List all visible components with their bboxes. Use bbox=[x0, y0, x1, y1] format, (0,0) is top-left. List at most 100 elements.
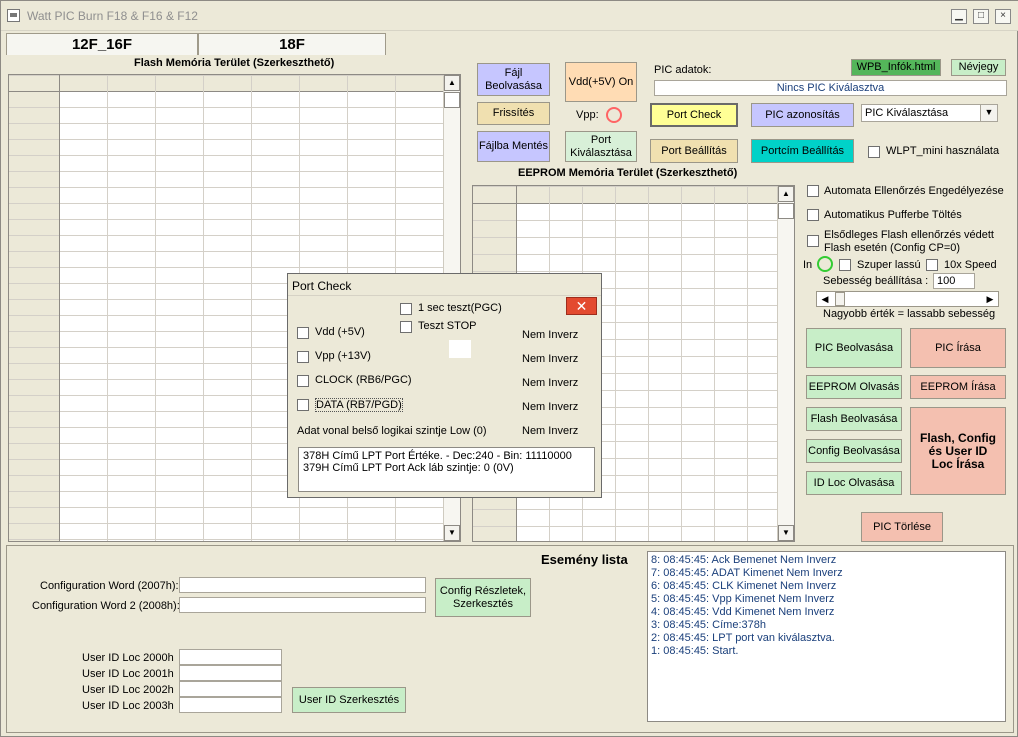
speed-note: Nagyobb érték = lassabb sebesség bbox=[823, 308, 996, 320]
eeprom-scroll-down-icon[interactable]: ▼ bbox=[778, 525, 794, 541]
config-word-input[interactable] bbox=[179, 577, 426, 593]
eeprom-scroll-up-icon[interactable]: ▲ bbox=[778, 186, 794, 202]
speed-thumb[interactable] bbox=[835, 292, 845, 306]
pic-write-button[interactable]: PIC Írása bbox=[910, 328, 1006, 368]
grid-row-line bbox=[9, 91, 443, 92]
vpp-checkbox[interactable] bbox=[297, 351, 309, 363]
userid-input[interactable] bbox=[179, 697, 282, 713]
grid-col-line bbox=[203, 75, 204, 541]
grid-row-line bbox=[473, 526, 777, 527]
test-1sec-label: 1 sec teszt(PGC) bbox=[418, 302, 502, 314]
output-line: 379H Című LPT Port Ack láb szintje: 0 (0… bbox=[303, 462, 514, 474]
grid-row-line bbox=[9, 539, 443, 540]
grid-row-line bbox=[9, 523, 443, 524]
auto-buffer-checkbox[interactable] bbox=[807, 209, 819, 221]
super-slow-checkbox[interactable] bbox=[839, 259, 851, 271]
event-item: 3: 08:45:45: Címe:378h bbox=[651, 619, 766, 631]
data-line-label: Adat vonal belső logikai szintje Low (0) bbox=[297, 425, 487, 437]
userid-input[interactable] bbox=[179, 649, 282, 665]
clock-checkbox[interactable] bbox=[297, 375, 309, 387]
grid-row-line bbox=[9, 123, 443, 124]
eeprom-read-button[interactable]: EEPROM Olvasás bbox=[806, 375, 902, 399]
scroll-right-icon[interactable]: ▶ bbox=[982, 292, 998, 306]
grid-row-line bbox=[9, 203, 443, 204]
priority-flash-label-1: Elsődleges Flash ellenőrzés védett bbox=[824, 229, 994, 241]
flash-title: Flash Memória Terület (Szerkeszthető) bbox=[134, 57, 335, 69]
config-read-button[interactable]: Config Beolvasása bbox=[806, 439, 902, 463]
userid-input[interactable] bbox=[179, 665, 282, 681]
minimize-button[interactable]: ▁ bbox=[951, 9, 967, 24]
business-card-button[interactable]: Névjegy bbox=[951, 59, 1006, 76]
pic-data-value: Nincs PIC Kiválasztva bbox=[654, 80, 1007, 96]
wlpt-checkbox[interactable] bbox=[868, 146, 880, 158]
priority-flash-checkbox[interactable] bbox=[807, 235, 819, 247]
close-button[interactable]: × bbox=[995, 9, 1011, 24]
scroll-left-icon[interactable]: ◀ bbox=[817, 292, 833, 306]
userid-label: User ID Loc 2001h bbox=[82, 668, 174, 680]
chevron-down-icon[interactable]: ▼ bbox=[980, 105, 997, 121]
pic-identify-button[interactable]: PIC azonosítás bbox=[751, 103, 854, 127]
file-read-button[interactable]: Fájl Beolvasása bbox=[477, 63, 550, 96]
grid-col-line bbox=[107, 75, 108, 541]
userid-edit-button[interactable]: User ID Szerkesztés bbox=[292, 687, 406, 713]
data-status: Nem Inverz bbox=[522, 401, 579, 413]
in-indicator-icon bbox=[817, 256, 833, 272]
grid-row-line bbox=[9, 267, 443, 268]
event-item: 1: 08:45:45: Start. bbox=[651, 645, 739, 657]
vpp-indicator-icon bbox=[606, 107, 622, 123]
flash-config-write-button[interactable]: Flash, Config és User ID Loc Írása bbox=[910, 407, 1006, 495]
config-word-label: Configuration Word (2007h): bbox=[40, 580, 179, 592]
data-checkbox[interactable] bbox=[297, 399, 309, 411]
dialog-close-icon[interactable]: ✕ bbox=[566, 297, 597, 315]
wlpt-label: WLPT_mini használata bbox=[886, 145, 1000, 157]
userid-label: User ID Loc 2000h bbox=[82, 652, 174, 664]
auto-verify-checkbox[interactable] bbox=[807, 185, 819, 197]
speed-scrollbar[interactable]: ◀ ▶ bbox=[816, 291, 999, 307]
file-save-button[interactable]: Fájlba Mentés bbox=[477, 131, 550, 162]
tab-12f-16f[interactable]: 12F_16F bbox=[6, 33, 198, 55]
flash-read-button[interactable]: Flash Beolvasása bbox=[806, 407, 902, 431]
data-label: DATA (RB7/PGD) bbox=[315, 398, 403, 412]
eeprom-scrollbar[interactable]: ▲ ▼ bbox=[777, 186, 794, 541]
priority-flash-label-2: Flash esetén (Config CP=0) bbox=[824, 242, 961, 254]
grid-row-line bbox=[9, 75, 443, 76]
config-details-button[interactable]: Config Részletek, Szerkesztés bbox=[435, 578, 531, 617]
event-item: 7: 08:45:45: ADAT Kimenet Nem Inverz bbox=[651, 567, 843, 579]
maximize-button[interactable]: □ bbox=[973, 9, 989, 24]
pic-read-button[interactable]: PIC Beolvasása bbox=[806, 328, 902, 368]
flash-scroll-thumb[interactable] bbox=[444, 92, 460, 108]
port-address-button[interactable]: Portcím Beállítás bbox=[751, 139, 854, 163]
pic-select-combo[interactable]: PIC Kiválasztása ▼ bbox=[861, 104, 998, 122]
userid-input[interactable] bbox=[179, 681, 282, 697]
flash-scroll-up-icon[interactable]: ▲ bbox=[444, 75, 460, 91]
tab-18f[interactable]: 18F bbox=[198, 33, 386, 55]
eeprom-scroll-thumb[interactable] bbox=[778, 203, 794, 219]
grid-row-line bbox=[473, 271, 777, 272]
port-select-button[interactable]: Port Kiválasztása bbox=[565, 131, 637, 162]
flash-scroll-down-icon[interactable]: ▼ bbox=[444, 525, 460, 541]
userid-label: User ID Loc 2002h bbox=[82, 684, 174, 696]
speed-input[interactable]: 100 bbox=[933, 273, 975, 289]
test-stop-checkbox[interactable] bbox=[400, 321, 412, 333]
vpp-status: Nem Inverz bbox=[522, 353, 579, 365]
super-slow-label: Szuper lassú bbox=[857, 259, 921, 271]
eeprom-write-button[interactable]: EEPROM Írása bbox=[910, 375, 1006, 399]
grid-col-line bbox=[747, 186, 748, 541]
grid-row-line bbox=[473, 254, 777, 255]
speed-10x-checkbox[interactable] bbox=[926, 259, 938, 271]
grid-row-line bbox=[9, 139, 443, 140]
vdd-checkbox[interactable] bbox=[297, 327, 309, 339]
port-check-button[interactable]: Port Check bbox=[650, 103, 738, 127]
refresh-button[interactable]: Frissítés bbox=[477, 102, 550, 125]
port-settings-button[interactable]: Port Beállítás bbox=[650, 139, 738, 163]
test-1sec-checkbox[interactable] bbox=[400, 303, 412, 315]
wpb-info-button[interactable]: WPB_Infók.html bbox=[851, 59, 941, 76]
pic-erase-button[interactable]: PIC Törlése bbox=[861, 512, 943, 542]
grid-col-line bbox=[615, 186, 616, 541]
grid-row-line bbox=[9, 155, 443, 156]
event-list-title: Esemény lista bbox=[541, 552, 628, 567]
vdd-on-button[interactable]: Vdd(+5V) On bbox=[565, 62, 637, 102]
output-line: 378H Című LPT Port Értéke. - Dec:240 - B… bbox=[303, 450, 572, 462]
config-word2-input[interactable] bbox=[179, 597, 426, 613]
idloc-read-button[interactable]: ID Loc Olvasása bbox=[806, 471, 902, 495]
